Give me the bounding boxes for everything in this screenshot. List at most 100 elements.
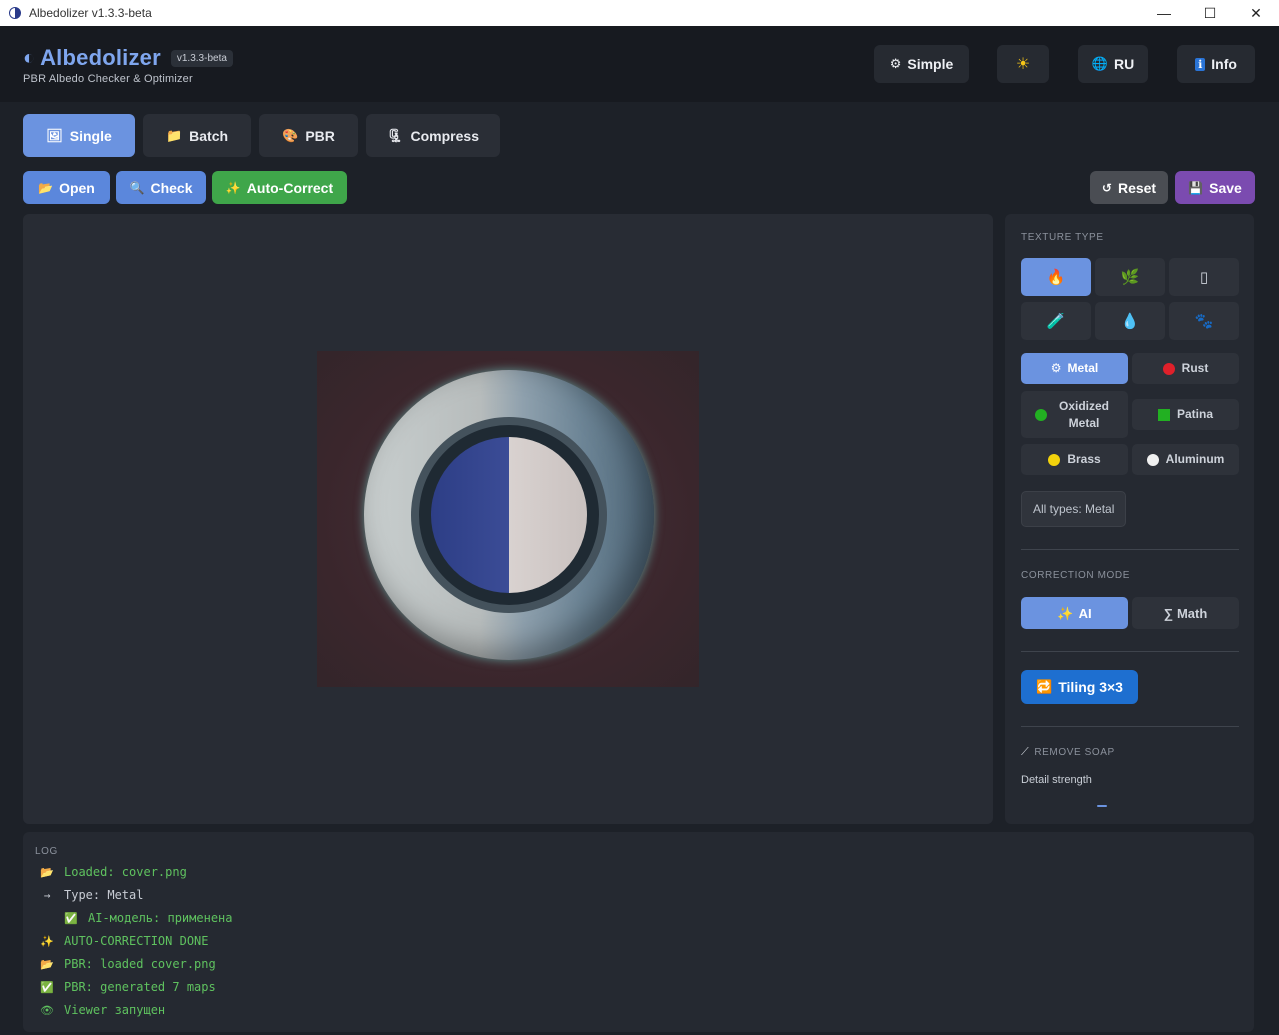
- green-square-icon: [1157, 408, 1170, 421]
- maximize-button[interactable]: ☐: [1187, 0, 1233, 26]
- detail-strength-label: Detail strength: [1021, 774, 1092, 786]
- tab-compress[interactable]: 🗜 Compress: [366, 114, 500, 157]
- brand: ◐ Albedolizer v1.3.3-beta: [23, 45, 233, 71]
- tab-pbr-label: PBR: [305, 127, 335, 144]
- repeat-icon: 🔁: [1036, 679, 1053, 694]
- test-tube-icon: 🧪: [1046, 313, 1066, 330]
- divider: [1021, 549, 1239, 550]
- log-line-icon: 📂: [40, 865, 54, 879]
- reset-label: Reset: [1117, 179, 1157, 196]
- log-line-icon: ✅: [40, 980, 54, 994]
- mode-math[interactable]: ∑ Math: [1132, 597, 1239, 629]
- tab-single-label: Single: [69, 127, 112, 144]
- app-header: ◐ Albedolizer v1.3.3-beta PBR Albedo Che…: [0, 26, 1279, 102]
- divider: [1021, 726, 1239, 727]
- log-line: 📂 Loaded: cover.png: [40, 865, 187, 879]
- sphere-inner-split: [431, 437, 587, 593]
- log-line-text: PBR: loaded cover.png: [64, 957, 216, 971]
- mode-ai[interactable]: ✨ AI: [1021, 597, 1128, 629]
- open-button[interactable]: 📂 Open: [23, 171, 110, 204]
- tiling-button[interactable]: 🔁 Tiling 3×3: [1021, 670, 1138, 704]
- tab-batch[interactable]: 📁 Batch: [143, 114, 251, 157]
- log-line-text: Viewer запущен: [64, 1003, 166, 1017]
- globe-icon: 🌐: [1091, 56, 1108, 71]
- sphere-ring: [419, 425, 599, 605]
- gear-icon: ⚙: [1050, 361, 1062, 375]
- floppy-icon: 💾: [1188, 180, 1204, 195]
- sparkles-icon: ✨: [225, 180, 241, 195]
- theme-toggle-button[interactable]: ☀: [997, 45, 1049, 83]
- subtype-metal[interactable]: ⚙ Metal: [1021, 353, 1128, 384]
- open-label: Open: [59, 179, 95, 196]
- white-circle-icon: [1146, 453, 1159, 466]
- close-button[interactable]: ✕: [1233, 0, 1279, 26]
- language-label: RU: [1113, 56, 1135, 72]
- subtype-oxidized-metal-label: Oxidized Metal: [1058, 398, 1109, 430]
- material-sphere-preview: [364, 370, 654, 660]
- subtype-patina-label: Patina: [1176, 407, 1213, 421]
- divider: [1021, 651, 1239, 652]
- log-line: → Type: Metal: [40, 888, 144, 902]
- subtype-brass[interactable]: Brass: [1021, 444, 1128, 475]
- leaf-icon: 🌿: [1120, 269, 1140, 286]
- log-line: ✅ PBR: generated 7 maps: [40, 980, 216, 994]
- open-folder-icon: 📂: [38, 180, 54, 195]
- info-icon: ℹ: [1195, 57, 1206, 71]
- mode-ai-label: AI: [1078, 605, 1092, 621]
- auto-correct-button[interactable]: ✨ Auto-Correct: [212, 171, 347, 204]
- texture-type-chemical[interactable]: 🧪: [1021, 302, 1091, 340]
- tiling-label: Tiling 3×3: [1058, 679, 1123, 695]
- window-titlebar: Albedolizer v1.3.3-beta — ☐ ✕: [0, 0, 1279, 26]
- window-title: Albedolizer v1.3.3-beta: [29, 6, 152, 20]
- check-label: Check: [150, 179, 193, 196]
- auto-correct-label: Auto-Correct: [246, 179, 334, 196]
- log-line-text: AI-модель: применена: [88, 911, 233, 925]
- texture-type-liquid[interactable]: 💧: [1095, 302, 1165, 340]
- subtype-rust-label: Rust: [1181, 361, 1209, 375]
- log-line-text: Type: Metal: [64, 888, 144, 902]
- texture-type-foliage[interactable]: 🌿: [1095, 258, 1165, 296]
- check-button[interactable]: 🔍 Check: [116, 171, 206, 204]
- clamp-icon: 🗜: [387, 127, 404, 143]
- reset-button[interactable]: ↺ Reset: [1090, 171, 1168, 204]
- log-line-text: AUTO-CORRECTION DONE: [64, 934, 209, 948]
- subtype-brass-label: Brass: [1067, 452, 1101, 466]
- log-line-icon: →: [43, 888, 51, 902]
- palette-icon: 🎨: [282, 127, 299, 143]
- picture-icon: 🖼: [46, 127, 63, 143]
- log-line: 📂 PBR: loaded cover.png: [40, 957, 216, 971]
- save-label: Save: [1209, 179, 1242, 196]
- texture-type-fire[interactable]: 🔥: [1021, 258, 1091, 296]
- texture-type-organic[interactable]: 🐾: [1169, 302, 1239, 340]
- tab-batch-label: Batch: [189, 127, 229, 144]
- texture-preview: [317, 351, 699, 687]
- simple-mode-button[interactable]: ⚙ Simple: [874, 45, 969, 83]
- minimize-button[interactable]: —: [1141, 0, 1187, 26]
- log-line-icon: 📂: [40, 957, 54, 971]
- app-name: Albedolizer: [40, 45, 161, 70]
- subtype-metal-label: Metal: [1067, 361, 1099, 375]
- sparkles-icon: ✨: [1057, 605, 1074, 621]
- language-button[interactable]: 🌐 RU: [1078, 45, 1148, 83]
- tab-pbr[interactable]: 🎨 PBR: [259, 114, 358, 157]
- save-button[interactable]: 💾 Save: [1175, 171, 1255, 204]
- gear-icon: ⚙: [889, 56, 902, 71]
- red-circle-icon: [1162, 362, 1175, 375]
- texture-type-generic[interactable]: ▯: [1169, 258, 1239, 296]
- subtype-aluminum[interactable]: Aluminum: [1132, 444, 1239, 475]
- sun-icon: ☀: [1015, 56, 1031, 73]
- all-types-button[interactable]: All types: Metal: [1021, 491, 1127, 527]
- green-circle-icon: [1035, 408, 1047, 421]
- log-title: LOG: [35, 846, 58, 857]
- texture-viewer[interactable]: [23, 214, 993, 824]
- tab-single[interactable]: 🖼 Single: [23, 114, 135, 157]
- droplet-icon: 💧: [1120, 313, 1140, 330]
- subtype-rust[interactable]: Rust: [1132, 353, 1239, 384]
- subtype-oxidized-metal[interactable]: Oxidized Metal: [1021, 391, 1128, 438]
- subtype-patina[interactable]: Patina: [1132, 399, 1239, 430]
- paw-icon: 🐾: [1194, 313, 1214, 330]
- log-line: 👁 Viewer запущен: [40, 1003, 165, 1017]
- correction-mode-title: CORRECTION MODE: [1021, 570, 1130, 581]
- info-button[interactable]: ℹ Info: [1177, 45, 1255, 83]
- detail-strength-slider[interactable]: [1097, 805, 1107, 807]
